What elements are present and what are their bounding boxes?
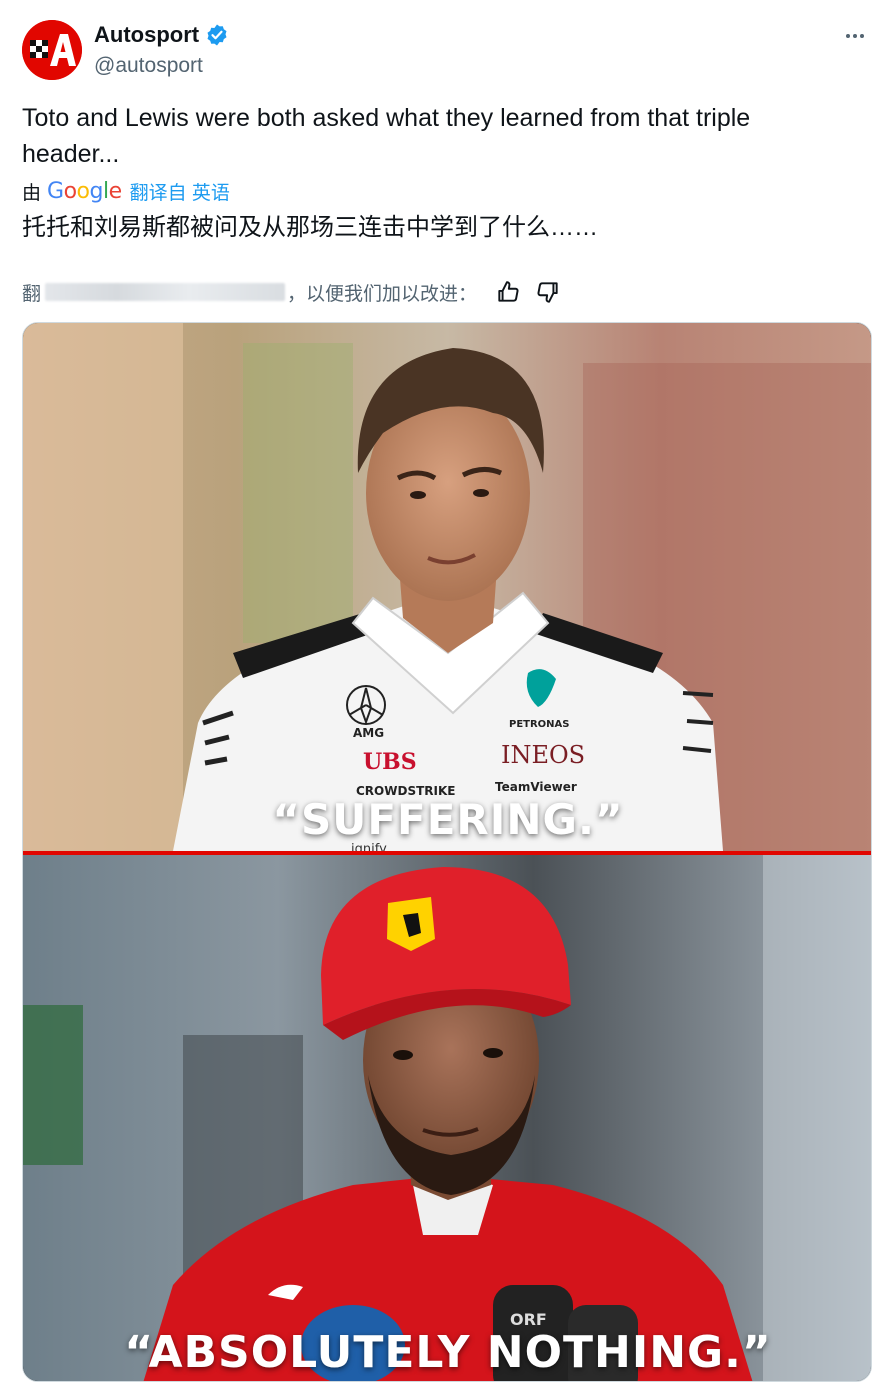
svg-text:PETRONAS: PETRONAS <box>509 719 570 730</box>
svg-text:UBS: UBS <box>363 749 417 775</box>
tweet-media[interactable]: AMG UBS CROWDSTRIKE ignify PETRONAS INEO… <box>22 322 872 1382</box>
thumbs-up-icon[interactable] <box>495 279 521 305</box>
feedback-suffix: ，以便我们加以改进： <box>287 283 478 305</box>
lewis-hamilton-photo: ORF <box>23 855 871 1381</box>
name-row: Autosport <box>94 22 229 48</box>
autosport-logo <box>22 20 82 80</box>
account-handle[interactable]: @autosport <box>94 54 203 78</box>
thumbs-down-icon[interactable] <box>535 279 561 305</box>
translation-attribution: 由 Google 翻译自 英语 <box>22 178 230 205</box>
translated-text: 托托和刘易斯都被问及从那场三连击中学到了什么…… <box>22 214 598 241</box>
svg-text:TeamViewer: TeamViewer <box>495 780 577 794</box>
account-avatar[interactable] <box>22 20 82 80</box>
verified-badge-icon <box>207 24 227 46</box>
translated-from-link[interactable]: 翻译自 英语 <box>130 178 230 205</box>
svg-text:AMG: AMG <box>353 726 384 740</box>
more-horizontal-icon[interactable] <box>841 22 869 50</box>
feedback-prefix: 翻 <box>22 283 42 305</box>
blurred-text <box>45 283 286 301</box>
tweet-text: Toto and Lewis were both asked what they… <box>22 104 751 168</box>
bottom-quote: “ABSOLUTELY NOTHING.” <box>124 1327 772 1378</box>
toto-wolff-photo: AMG UBS CROWDSTRIKE ignify PETRONAS INEO… <box>23 323 871 851</box>
display-name[interactable]: Autosport <box>94 22 199 48</box>
translation-by-label: 由 <box>22 183 42 204</box>
top-quote: “SUFFERING.” <box>272 795 624 844</box>
svg-text:INEOS: INEOS <box>501 741 585 769</box>
google-logo: Google <box>47 179 122 204</box>
translation-feedback: 翻 ，以便我们加以改进： <box>22 278 561 306</box>
